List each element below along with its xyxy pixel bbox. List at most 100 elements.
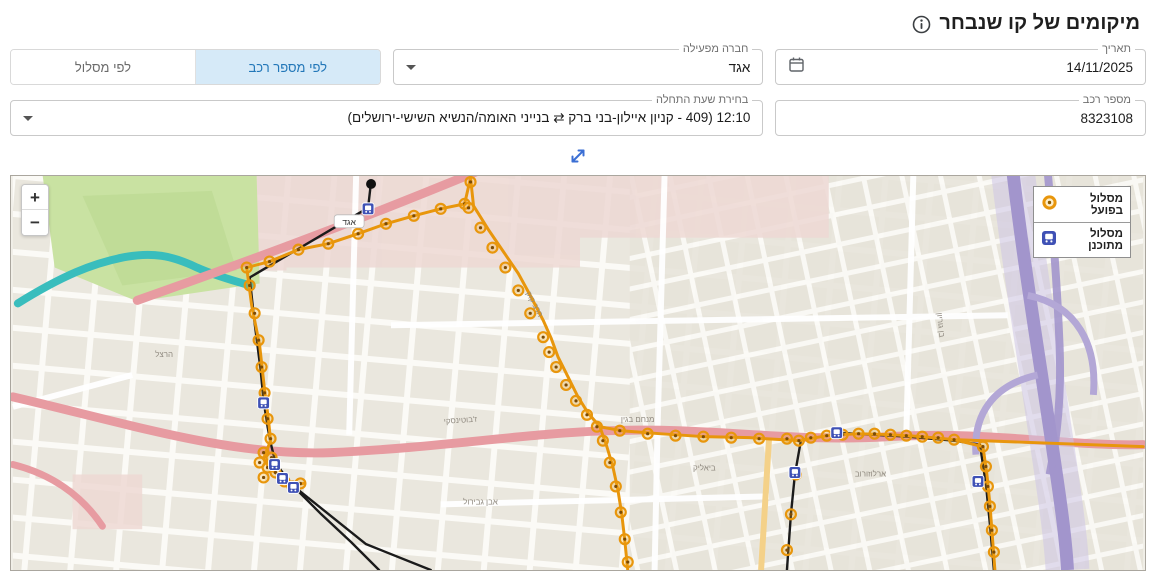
- actual-position-marker[interactable]: [379, 217, 393, 230]
- actual-position-marker[interactable]: [916, 430, 929, 443]
- actual-position-marker[interactable]: [512, 284, 525, 297]
- actual-position-marker[interactable]: [263, 255, 276, 268]
- actual-position-marker[interactable]: [784, 508, 797, 521]
- actual-position-marker[interactable]: [983, 500, 996, 513]
- actual-position-marker[interactable]: [292, 243, 305, 256]
- actual-position-marker[interactable]: [499, 261, 512, 274]
- zoom-control: + −: [21, 184, 49, 236]
- actual-position-marker[interactable]: [590, 420, 603, 433]
- svg-text:אגד: אגד: [342, 217, 356, 227]
- actual-position-marker[interactable]: [569, 394, 583, 407]
- map-street-label: ביאליק: [693, 464, 716, 473]
- view-toggle-group: לפי מספר רכב לפי מסלול: [10, 49, 381, 85]
- actual-position-marker[interactable]: [669, 429, 682, 442]
- planned-stop-marker[interactable]: [286, 480, 300, 494]
- info-icon[interactable]: [912, 15, 931, 34]
- vehicle-number-field[interactable]: מספר רכב 8323108: [775, 93, 1146, 136]
- actual-position-marker[interactable]: [753, 432, 766, 445]
- actual-position-marker[interactable]: [948, 433, 961, 446]
- actual-position-marker[interactable]: [257, 471, 270, 484]
- toggle-by-vehicle-button[interactable]: לפי מספר רכב: [195, 50, 380, 84]
- actual-position-marker[interactable]: [550, 360, 563, 374]
- actual-position-marker[interactable]: [258, 386, 271, 399]
- actual-position-marker[interactable]: [255, 360, 268, 374]
- actual-position-marker[interactable]: [486, 241, 499, 254]
- actual-position-marker[interactable]: [725, 431, 738, 444]
- legend-planned-label: מסלול מתוכנן: [1088, 228, 1123, 252]
- chevron-down-icon: [405, 64, 416, 70]
- actual-position-marker[interactable]: [792, 434, 805, 447]
- actual-position-marker[interactable]: [979, 460, 992, 473]
- actual-position-marker[interactable]: [264, 432, 277, 445]
- planned-stop-marker[interactable]: [971, 474, 985, 488]
- zoom-out-button[interactable]: −: [22, 210, 48, 235]
- actual-position-marker[interactable]: [559, 378, 573, 392]
- actual-position-marker[interactable]: [252, 334, 265, 347]
- bus-stop-icon: [1041, 230, 1057, 251]
- start-time-select[interactable]: בחירת שעת התחלה 12:10 (409 - קניון איילו…: [10, 93, 764, 136]
- planned-stop-marker[interactable]: [788, 466, 802, 479]
- planned-stop-marker[interactable]: [361, 202, 375, 216]
- expand-map-icon[interactable]: [568, 146, 588, 171]
- planned-stop-marker[interactable]: [276, 471, 289, 485]
- actual-position-marker[interactable]: [609, 480, 622, 493]
- date-label: תאריך: [1098, 42, 1135, 56]
- actual-position-marker[interactable]: [985, 524, 998, 537]
- start-time-label: בחירת שעת התחלה: [651, 93, 753, 107]
- route-start-marker[interactable]: [366, 178, 377, 189]
- actual-position-marker[interactable]: [352, 227, 365, 240]
- actual-position-marker[interactable]: [434, 202, 447, 215]
- company-select[interactable]: חברה מפעילה אגד: [392, 42, 764, 85]
- actual-position-marker[interactable]: [621, 555, 634, 569]
- date-field[interactable]: תאריך 14/11/2025: [775, 42, 1146, 85]
- planned-stop-marker[interactable]: [830, 426, 844, 440]
- company-label: חברה מפעילה: [678, 42, 753, 56]
- map-street-label: אבן גבירול: [463, 497, 498, 506]
- actual-position-marker[interactable]: [852, 427, 865, 440]
- actual-position-marker[interactable]: [618, 533, 631, 546]
- zoom-in-button[interactable]: +: [22, 185, 48, 210]
- actual-position-marker[interactable]: [407, 209, 420, 222]
- actual-position-marker[interactable]: [464, 176, 477, 189]
- legend-actual-route: מסלול בפועל: [1034, 187, 1130, 222]
- actual-position-marker[interactable]: [580, 408, 594, 421]
- actual-position-marker[interactable]: [780, 544, 794, 557]
- date-value: 14/11/2025: [1066, 59, 1133, 75]
- actual-position-marker[interactable]: [240, 261, 253, 274]
- actual-position-marker[interactable]: [697, 430, 710, 443]
- map-canvas[interactable]: ז'בוטינסקי מנחם בגיןאבן גבירולביאליקהרב ק…: [11, 176, 1145, 570]
- actual-position-marker[interactable]: [884, 428, 897, 441]
- legend-actual-label: מסלול בפועל: [1089, 192, 1123, 217]
- actual-position-marker[interactable]: [596, 434, 609, 447]
- map-container[interactable]: ז'בוטינסקי מנחם בגין אבן גבירול ביאליק הרב ק…: [10, 175, 1146, 571]
- actual-position-marker[interactable]: [932, 431, 945, 444]
- company-value: אגד: [728, 59, 751, 75]
- actual-position-marker[interactable]: [261, 412, 274, 425]
- map-street-label: ארלוזורוב: [855, 469, 886, 478]
- actual-position-marker[interactable]: [322, 237, 335, 250]
- planned-stop-marker[interactable]: [257, 396, 271, 410]
- actual-position-marker[interactable]: [603, 456, 616, 469]
- actual-position-marker[interactable]: [804, 431, 817, 444]
- filters-bar: תאריך 14/11/2025 חברה מפעילה אגד לפי מספ…: [10, 42, 1146, 136]
- actual-position-marker[interactable]: [543, 346, 556, 359]
- actual-position-marker[interactable]: [780, 432, 794, 445]
- actual-position-marker[interactable]: [976, 440, 990, 453]
- actual-position-marker[interactable]: [613, 424, 626, 437]
- actual-position-marker[interactable]: [868, 427, 881, 440]
- actual-position-marker[interactable]: [987, 546, 1000, 559]
- actual-position-marker[interactable]: [462, 201, 475, 214]
- calendar-icon[interactable]: [788, 56, 805, 78]
- actual-position-marker[interactable]: [243, 279, 256, 292]
- actual-position-marker[interactable]: [614, 506, 627, 519]
- actual-position-marker[interactable]: [248, 307, 261, 320]
- actual-position-marker[interactable]: [900, 429, 913, 442]
- actual-position-marker[interactable]: [537, 331, 550, 344]
- toggle-by-route-button[interactable]: לפי מסלול: [11, 50, 196, 84]
- actual-position-marker[interactable]: [820, 429, 833, 442]
- actual-position-marker[interactable]: [641, 427, 654, 440]
- page-title: מיקומים של קו שנבחר: [939, 12, 1140, 34]
- actual-position-marker[interactable]: [474, 221, 487, 234]
- planned-stop-marker[interactable]: [268, 458, 282, 472]
- start-time-value: 12:10 (409 - קניון איילון-בני ברק ⇄ בניי…: [347, 110, 751, 125]
